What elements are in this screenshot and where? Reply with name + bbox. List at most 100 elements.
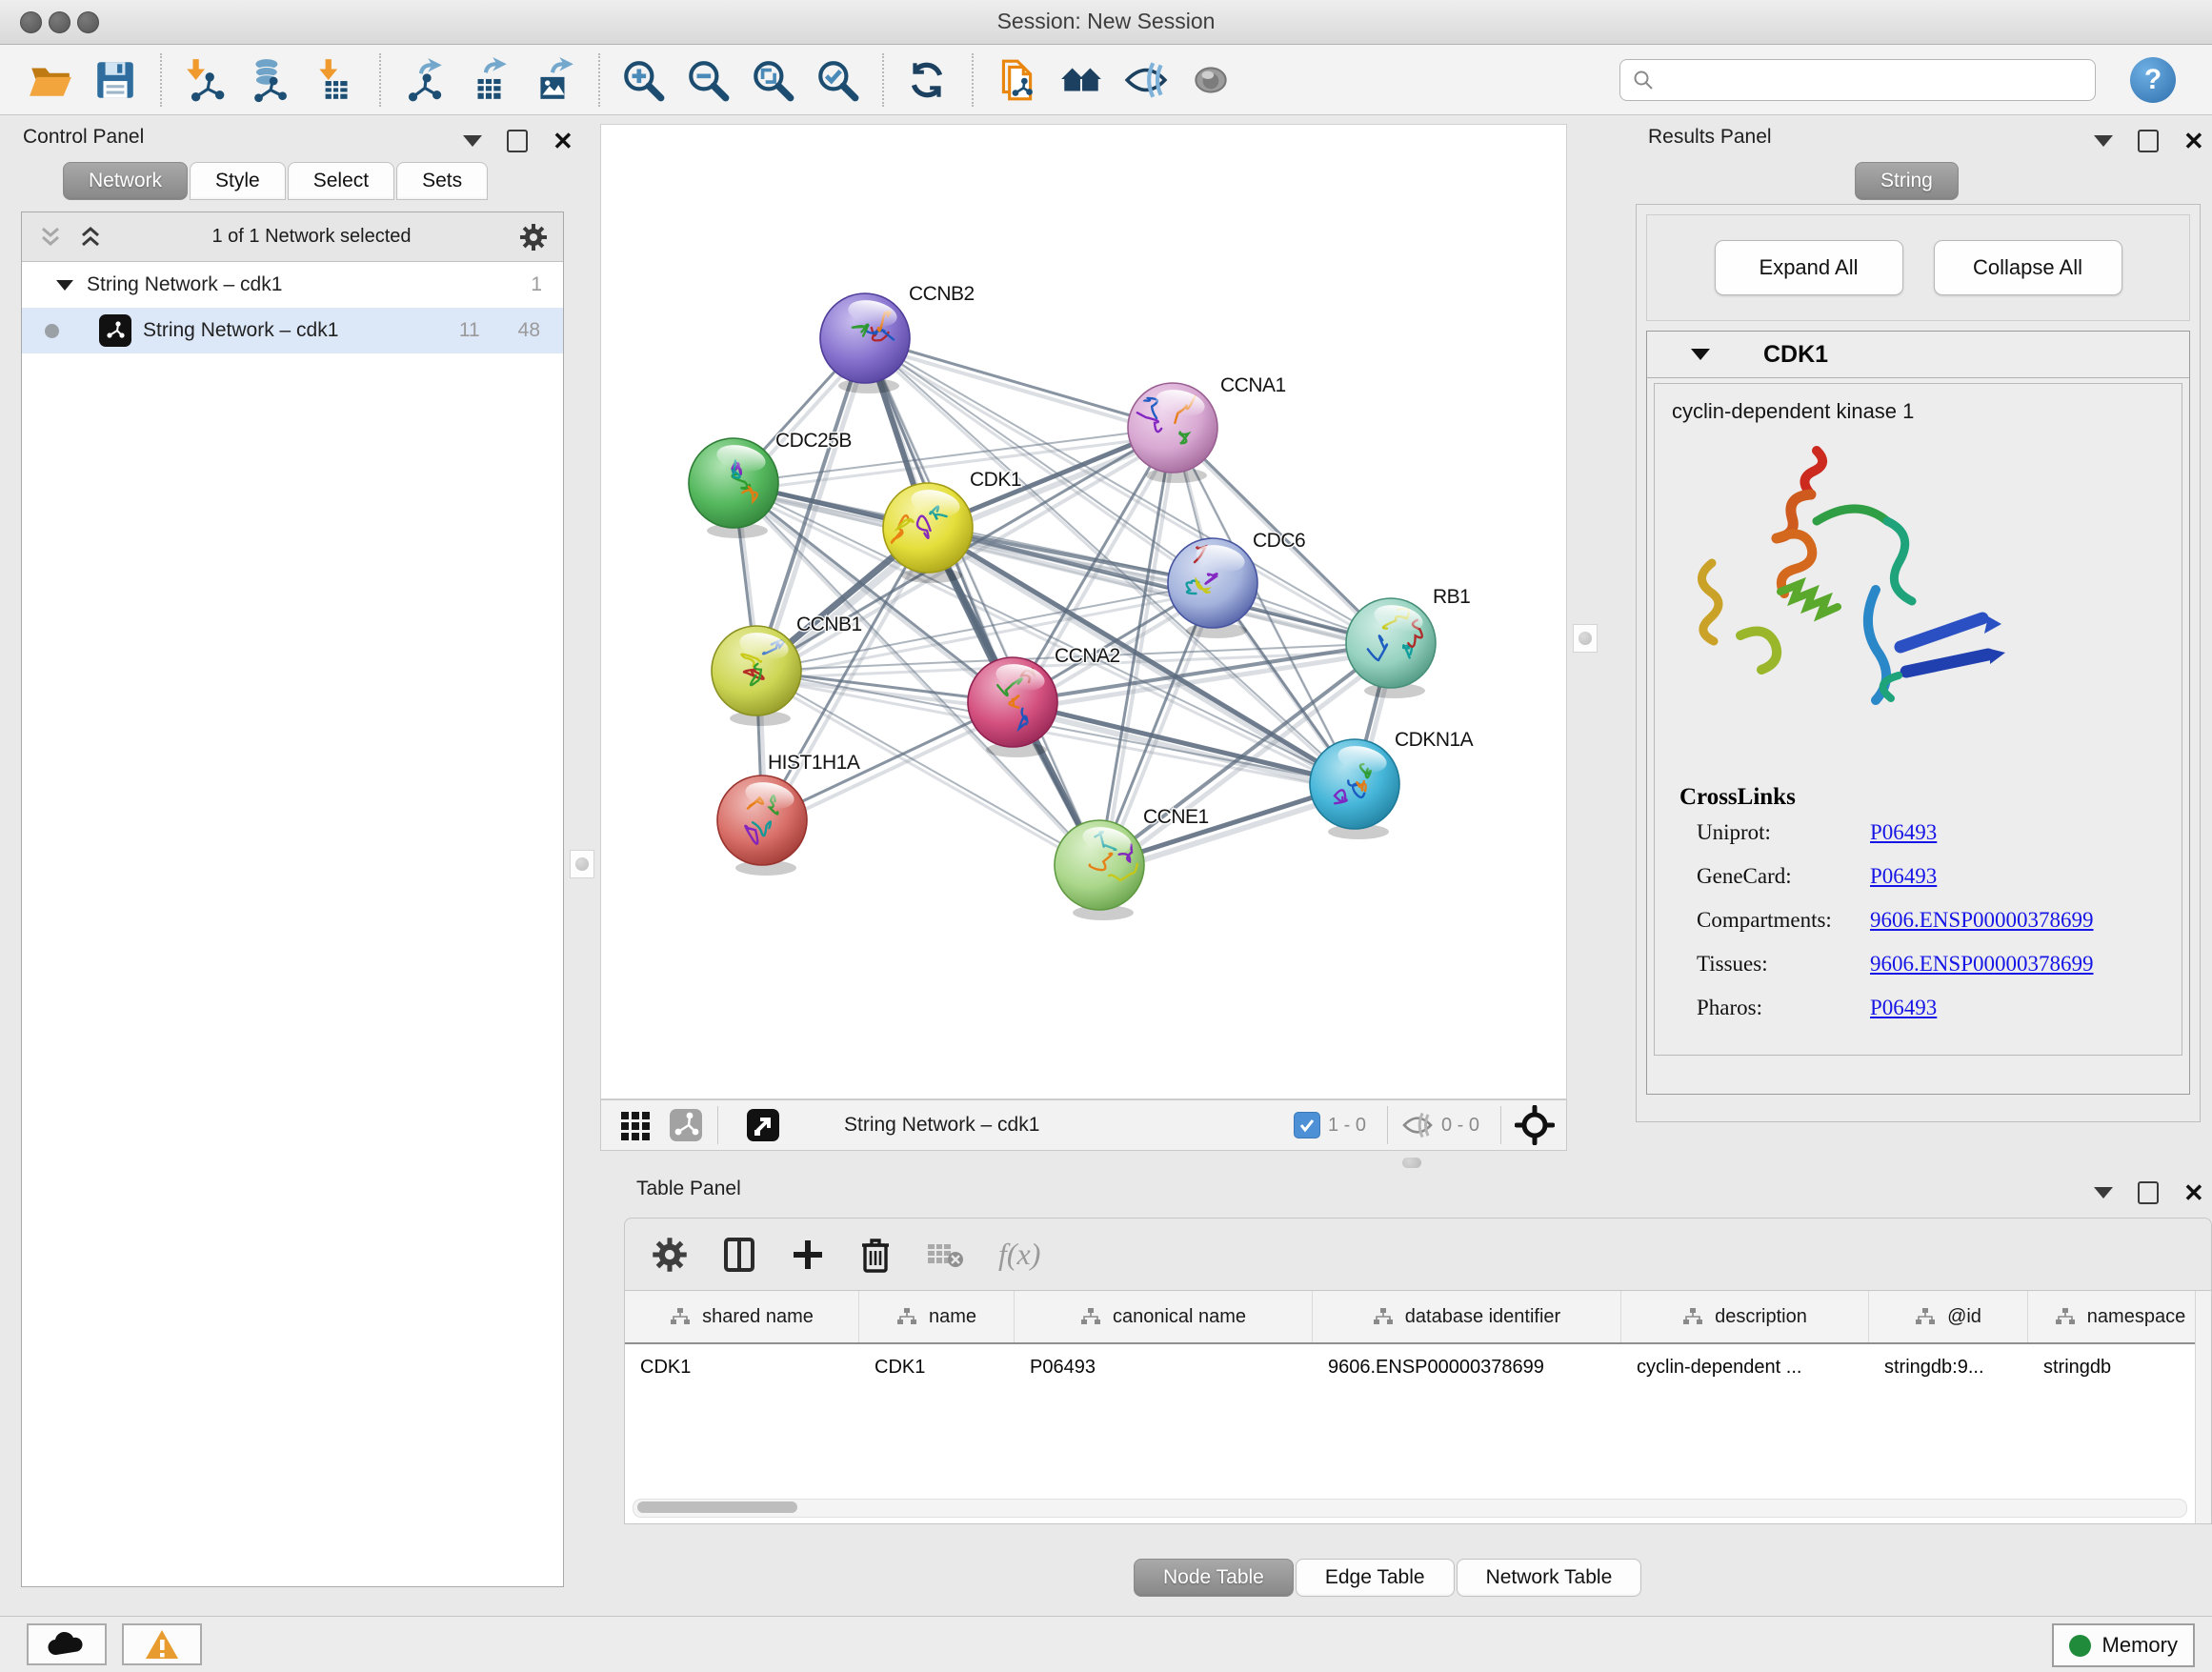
column-header-namespace[interactable]: namespace [2028,1291,2212,1342]
crosslink-link[interactable]: P06493 [1870,820,1937,845]
expand-all-icon[interactable] [77,225,104,250]
network-view-mode-icon[interactable] [668,1107,704,1143]
panel-float-icon[interactable] [2138,130,2159,152]
hide-selected-eye-slash-icon[interactable] [1118,51,1174,109]
expand-all-button[interactable]: Expand All [1715,240,1903,295]
network-canvas[interactable]: CCNB2CCNA1CDC25BCDK1CDC6RB1CCNB1CCNA2CDK… [600,124,1567,1099]
collapse-all-button[interactable]: Collapse All [1934,240,2122,295]
refresh-icon[interactable] [899,51,955,109]
crosslink-row: Uniprot:P06493 [1679,811,2094,855]
export-network-icon[interactable] [396,51,452,109]
node-label-CDC6: CDC6 [1253,530,1305,552]
toolbar-separator [1500,1106,1501,1144]
panel-float-icon[interactable] [507,130,528,152]
panel-close-icon[interactable]: ✕ [2183,1183,2204,1202]
network-node-CDK1[interactable]: CDK1 [883,469,1021,583]
home-icon[interactable] [1054,51,1109,109]
protein-detail-card: CDK1 cyclin-dependent kinase 1 [1646,331,2190,1095]
pan-crosshair-icon[interactable] [1515,1105,1555,1145]
table-cell: P06493 [1015,1357,1313,1379]
crosslink-link[interactable]: 9606.ENSP00000378699 [1870,908,2094,933]
grid-view-icon[interactable] [618,1108,653,1142]
control-tab-network[interactable]: Network [63,162,188,200]
show-all-eye-icon[interactable] [1183,51,1238,109]
export-table-icon[interactable] [461,51,516,109]
column-header--id[interactable]: @id [1869,1291,2028,1342]
table-row[interactable]: CDK1CDK1P064939606.ENSP00000378699cyclin… [625,1344,2211,1390]
zoom-out-icon[interactable] [680,51,735,109]
cloud-status-button[interactable] [27,1623,107,1665]
zoom-fit-icon[interactable] [745,51,800,109]
delete-table-icon[interactable] [926,1239,964,1270]
network-list-header: 1 of 1 Network selected [22,212,563,262]
crosslink-link[interactable]: P06493 [1870,864,1937,889]
protein-card-header[interactable]: CDK1 [1647,332,2189,378]
string-network-graph[interactable]: CCNB2CCNA1CDC25BCDK1CDC6RB1CCNB1CCNA2CDK… [601,125,1566,1098]
control-tab-select[interactable]: Select [288,162,394,200]
panel-menu-icon[interactable] [2094,1187,2113,1199]
crosslinks-section: CrossLinks Uniprot:P06493GeneCard:P06493… [1679,784,2094,1030]
collapse-all-icon[interactable] [37,225,64,250]
export-image-icon[interactable] [526,51,581,109]
network-node-RB1[interactable]: RB1 [1346,586,1470,698]
import-network-icon[interactable] [177,51,232,109]
hidden-eye-slash-icon[interactable] [1401,1109,1434,1141]
toolbar-search-box[interactable] [1619,59,2096,101]
panel-close-icon[interactable]: ✕ [2183,131,2204,151]
network-node-CCNB2[interactable]: CCNB2 [820,283,975,393]
help-icon[interactable]: ? [2130,57,2176,103]
control-tab-sets[interactable]: Sets [396,162,488,200]
network-collection-row[interactable]: String Network – cdk1 1 [22,262,563,308]
network-node-CDKN1A[interactable]: CDKN1A [1310,729,1474,839]
zoom-in-icon[interactable] [615,51,671,109]
memory-button[interactable]: Memory [2052,1623,2195,1667]
column-header-description[interactable]: description [1621,1291,1869,1342]
column-header-canonical-name[interactable]: canonical name [1015,1291,1313,1342]
node-label-CCNB2: CCNB2 [909,283,975,305]
search-input[interactable] [1655,68,2095,91]
selected-checkbox-icon[interactable] [1294,1112,1320,1138]
table-horizontal-scrollbar[interactable] [633,1499,2187,1518]
network-row[interactable]: String Network – cdk1 11 48 [22,308,563,353]
column-header-label: @id [1947,1306,1981,1328]
column-header-shared-name[interactable]: shared name [625,1291,859,1342]
results-tab-string[interactable]: String [1855,162,1961,200]
collection-expand-icon[interactable] [56,280,73,291]
import-network-from-database-icon[interactable] [242,51,297,109]
create-column-icon[interactable] [791,1238,825,1272]
scrollbar-thumb[interactable] [637,1501,797,1513]
birdseye-view-icon[interactable] [745,1107,781,1143]
panel-menu-icon[interactable] [463,135,482,147]
warnings-button[interactable] [122,1623,202,1665]
open-in-cloud-document-icon[interactable] [989,51,1044,109]
function-builder-icon[interactable]: f(x) [998,1237,1040,1272]
zoom-selected-icon[interactable] [810,51,865,109]
column-header-database-identifier[interactable]: database identifier [1313,1291,1621,1342]
network-options-gear-icon[interactable] [519,223,548,252]
table-tab-edge-table[interactable]: Edge Table [1296,1559,1455,1597]
left-splitter-handle[interactable] [570,850,594,878]
table-tab-node-table[interactable]: Node Table [1134,1559,1294,1597]
show-column-icon[interactable] [722,1236,756,1274]
crosslink-link[interactable]: 9606.ENSP00000378699 [1870,952,2094,977]
network-status-dot [45,324,59,338]
panel-float-icon[interactable] [2138,1181,2159,1204]
panel-menu-icon[interactable] [2094,135,2113,147]
control-tab-style[interactable]: Style [190,162,286,200]
save-session-icon[interactable] [88,51,143,109]
crosslink-link[interactable]: P06493 [1870,996,1937,1020]
collapse-card-icon[interactable] [1691,349,1710,360]
panel-close-icon[interactable]: ✕ [553,131,573,151]
right-splitter-handle[interactable] [1573,624,1598,653]
table-vertical-scrollbar[interactable] [2195,1291,2211,1523]
network-node-HIST1H1A[interactable]: HIST1H1A [717,752,860,876]
delete-column-icon[interactable] [859,1236,892,1274]
horizontal-splitter-handle[interactable] [1402,1158,1421,1168]
table-options-gear-icon[interactable] [652,1237,688,1273]
table-tab-network-table[interactable]: Network Table [1457,1559,1642,1597]
column-header-name[interactable]: name [859,1291,1015,1342]
open-session-icon[interactable] [23,51,78,109]
network-node-CCNB1[interactable]: CCNB1 [712,614,862,726]
import-table-icon[interactable] [307,51,362,109]
collection-count: 1 [531,273,542,296]
